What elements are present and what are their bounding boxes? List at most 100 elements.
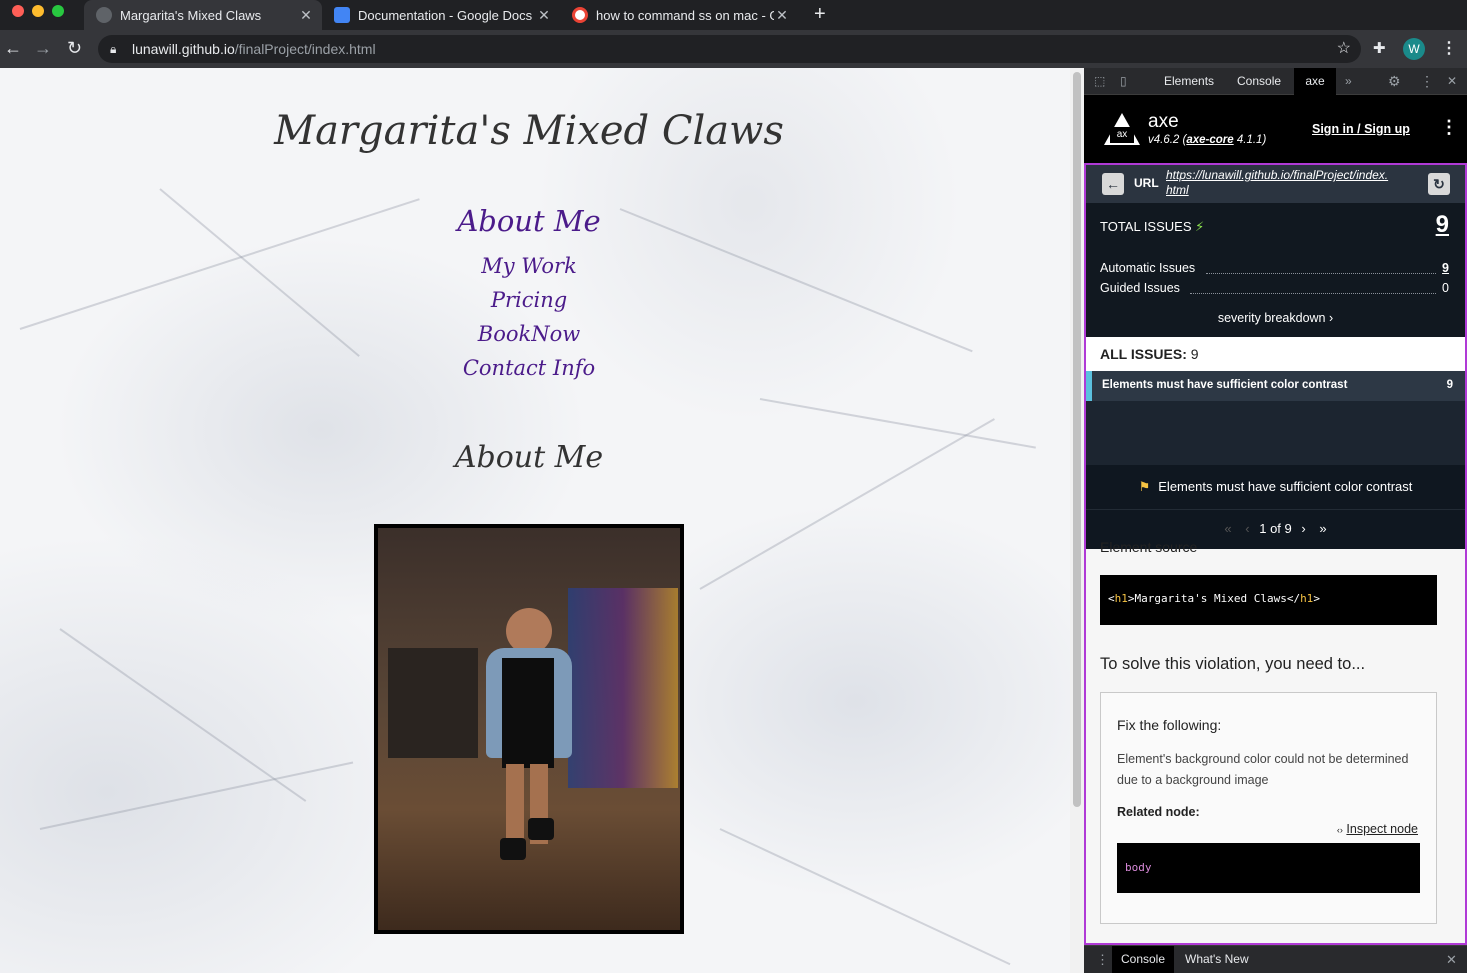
close-icon[interactable]: ✕ [298,7,314,24]
url-line-1: https://lunawill.github.io/finalProject/… [1166,168,1389,182]
close-devtools-icon[interactable]: ✕ [1447,68,1457,95]
about-me-photo [374,524,684,934]
tab-console[interactable]: Console [1237,68,1281,95]
inspect-node-label: Inspect node [1346,822,1418,836]
more-options-icon[interactable]: ⋮ [1420,68,1434,95]
extensions-puzzle-icon[interactable]: ✚ [1373,39,1386,57]
issue-detail-body: Element source <h1>Margarita's Mixed Cla… [1086,539,1465,943]
all-issues-count: 9 [1190,346,1199,362]
element-source-label: Element source [1100,539,1198,555]
related-node-code: body [1117,843,1420,893]
close-window-button[interactable] [12,5,24,17]
about-me-heading: About Me [454,440,604,475]
all-issues-label: ALL ISSUES: [1100,346,1187,362]
url-host: lunawill.github.io [132,41,235,57]
all-issues-header: ALL ISSUES: 9 [1086,337,1465,371]
nav-link-about-me[interactable]: About Me [0,204,1058,238]
guided-issues-label: Guided Issues [1100,281,1180,295]
next-page-icon[interactable]: › [1301,521,1305,536]
url-line-2: html [1166,183,1189,197]
automatic-issues-count[interactable]: 9 [1442,261,1449,275]
tab-title: how to command ss on mac - G [596,7,774,23]
scrollbar-thumb[interactable] [1073,72,1081,807]
guided-issues-count: 0 [1442,281,1449,295]
sign-in-link[interactable]: Sign in / Sign up [1312,122,1410,136]
devtools-tabbar: ⬚ ▯ Elements Console axe » ⚙ ⋮ ✕ [1084,68,1467,95]
chevron-right-icon: › [1329,311,1334,325]
inspect-element-icon[interactable]: ⬚ [1094,68,1105,95]
drawer-tab-whats-new[interactable]: What's New [1185,946,1249,973]
nav-link-pricing[interactable]: Pricing [0,288,1058,312]
issue-detail-title: Elements must have sufficient color cont… [1158,479,1413,494]
axe-version: v4.6.2 [1148,134,1180,146]
devtools-panel: ⬚ ▯ Elements Console axe » ⚙ ⋮ ✕ ax axe … [1084,68,1467,973]
axe-menu-icon[interactable]: ⋮ [1440,117,1458,138]
tab-strip: Margarita's Mixed Claws ✕ Documentation … [0,0,1467,30]
fix-text: Element's background color could not be … [1117,752,1409,787]
nav-link-contact-info[interactable]: Contact Info [0,356,1058,380]
globe-icon [96,7,112,23]
device-toolbar-icon[interactable]: ▯ [1120,68,1127,95]
previous-page-icon[interactable]: ‹ [1245,521,1249,536]
more-tabs-icon[interactable]: » [1345,68,1352,95]
automatic-issues-label: Automatic Issues [1100,261,1196,275]
first-page-icon[interactable]: « [1224,521,1231,536]
axe-version-line: v4.6.2 (axe-core 4.1.1) [1148,134,1267,146]
severity-breakdown-button[interactable]: severity breakdown › [1086,311,1465,325]
nav-link-book-now[interactable]: BookNow [0,322,1058,346]
forward-icon[interactable]: → [34,38,52,59]
back-arrow-icon[interactable]: ← [1102,173,1124,195]
maximize-window-button[interactable] [52,5,64,17]
url-path: /finalProject/index.html [234,41,376,57]
related-node-label: Related node: [1117,805,1200,819]
tab-how-to-command[interactable]: how to command ss on mac - G ✕ [560,0,798,30]
close-icon[interactable]: ✕ [774,7,790,24]
element-source-code: <h1>Margarita's Mixed Claws</h1> [1100,575,1437,625]
drawer-menu-icon[interactable]: ⋮ [1096,952,1109,968]
close-drawer-icon[interactable]: ✕ [1446,952,1457,968]
new-tab-button[interactable]: + [814,3,826,26]
lightning-icon: ⚡︎ [1195,219,1205,234]
issue-count: 9 [1446,379,1453,391]
last-page-icon[interactable]: » [1319,521,1326,536]
settings-gear-icon[interactable]: ⚙ [1388,68,1401,95]
tab-axe[interactable]: axe [1294,68,1336,95]
scanned-url-link[interactable]: https://lunawill.github.io/finalProject/… [1166,168,1426,198]
page-scrollbar[interactable] [1070,68,1084,973]
close-icon[interactable]: ✕ [536,7,552,24]
bookmark-star-icon[interactable]: ☆ [1337,35,1351,63]
google-icon [572,7,588,23]
tab-documentation[interactable]: Documentation - Google Docs ✕ [322,0,560,30]
axe-core-version: 4.1.1 [1236,134,1263,146]
fix-box: Fix the following: Element's background … [1100,692,1437,924]
rerun-scan-icon[interactable]: ↻ [1428,173,1450,195]
drawer-tab-console[interactable]: Console [1112,946,1174,973]
lock-icon: 🔒︎ [110,42,117,56]
issue-detail-header: ⚑ Elements must have sufficient color con… [1086,465,1465,509]
browser-toolbar: ← → ↻ 🔒︎ lunawill.github.io/finalProject… [0,30,1467,68]
axe-core-link[interactable]: axe-core [1186,134,1233,146]
solve-heading: To solve this violation, you need to... [1100,655,1366,673]
flag-icon: ⚑ [1138,479,1151,494]
axe-name: axe [1148,111,1179,132]
address-bar[interactable]: 🔒︎ lunawill.github.io/finalProject/index… [98,35,1361,63]
tab-title: Margarita's Mixed Claws [120,7,262,23]
url-bar: ← URL https://lunawill.github.io/finalPr… [1086,165,1465,203]
tab-elements[interactable]: Elements [1164,68,1214,95]
total-issues-count[interactable]: 9 [1436,211,1449,239]
google-docs-icon [334,7,350,23]
tab-title: Documentation - Google Docs [358,7,533,23]
devtools-drawer-tabs: ⋮ Console What's New ✕ [1084,945,1467,973]
profile-avatar[interactable]: W [1403,38,1425,60]
issue-row[interactable]: Elements must have sufficient color cont… [1086,371,1465,401]
inspect-node-link[interactable]: ‹› Inspect node [1337,822,1418,836]
back-icon[interactable]: ← [4,38,22,59]
axe-header: ax axe v4.6.2 (axe-core 4.1.1) Sign in /… [1084,95,1467,163]
chrome-menu-icon[interactable]: ⋮ [1441,38,1457,58]
tab-margaritas-mixed-claws[interactable]: Margarita's Mixed Claws ✕ [84,0,322,30]
nav-link-my-work[interactable]: My Work [0,254,1058,278]
reload-icon[interactable]: ↻ [67,38,82,59]
axe-results-panel: ← URL https://lunawill.github.io/finalPr… [1084,163,1467,945]
total-issues-label: TOTAL ISSUES ⚡︎ [1100,219,1205,234]
minimize-window-button[interactable] [32,5,44,17]
